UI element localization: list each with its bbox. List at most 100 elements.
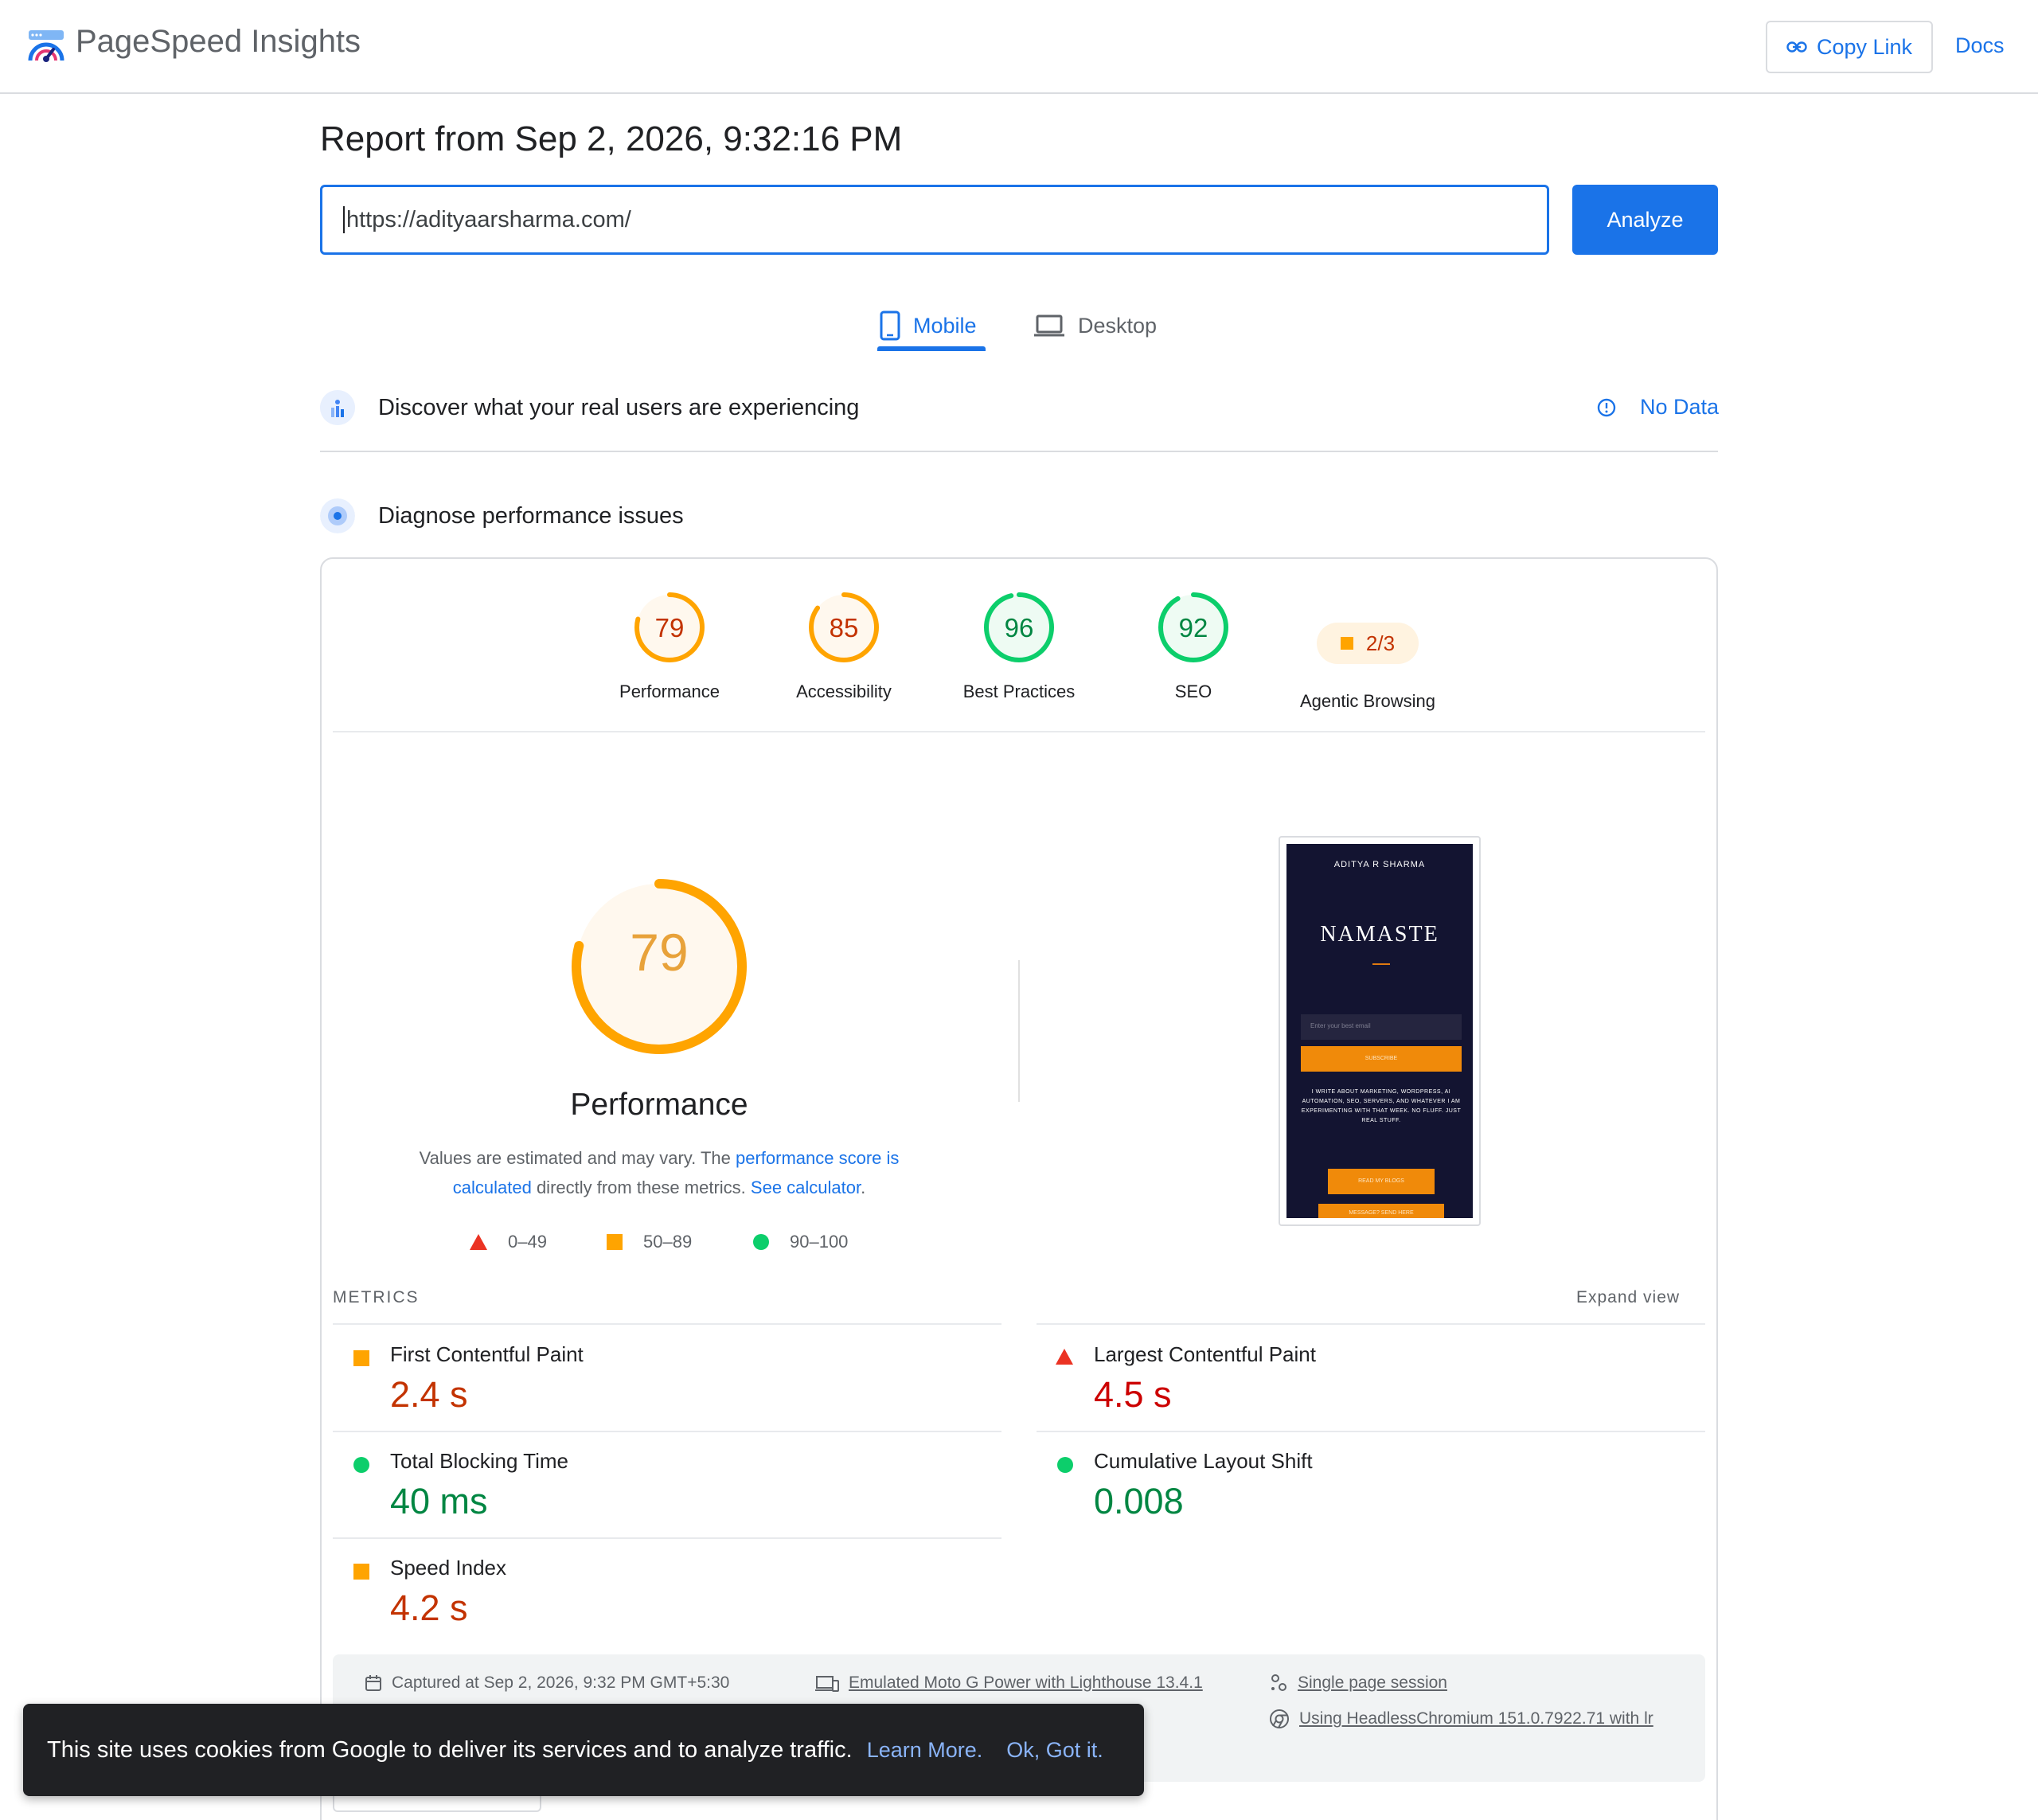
fail-triangle-icon xyxy=(470,1234,487,1250)
analyze-button[interactable]: Analyze xyxy=(1572,185,1718,255)
tab-desktop-label: Desktop xyxy=(1078,313,1158,338)
info-emulated[interactable]: Emulated Moto G Power with Lighthouse 13… xyxy=(815,1674,1203,1693)
metric-fcp-name: First Contentful Paint xyxy=(390,1342,584,1366)
perf-desc-post: . xyxy=(861,1178,866,1197)
info-session-text: Single page session xyxy=(1298,1674,1447,1692)
no-data-label: No Data xyxy=(1640,395,1720,419)
url-input[interactable]: https://adityaarsharma.com/ xyxy=(320,185,1549,255)
diagnose-target-icon xyxy=(320,498,355,533)
performance-big-score: 79 xyxy=(630,923,689,982)
metric-divider xyxy=(1037,1323,1705,1325)
active-tab-indicator xyxy=(877,346,986,351)
page-screenshot[interactable]: ADITYA R SHARMA NAMASTE Enter your best … xyxy=(1279,836,1481,1226)
pass-circle-icon xyxy=(753,1234,769,1250)
screenshot-copy: I WRITE ABOUT MARKETING, WORDPRESS, AI A… xyxy=(1301,1089,1462,1123)
legend-pass: 90–100 xyxy=(753,1232,848,1252)
score-accessibility[interactable]: 85 Accessibility xyxy=(764,591,923,702)
screenshot-blogs-button: READ MY BLOGS xyxy=(1328,1169,1435,1194)
copy-link-label: Copy Link xyxy=(1816,34,1913,59)
tab-desktop[interactable]: Desktop xyxy=(1033,299,1157,352)
score-best-practices-value: 96 xyxy=(1004,613,1034,642)
legend-average: 50–89 xyxy=(607,1232,692,1252)
screenshot-email-field: Enter your best email xyxy=(1301,1014,1462,1040)
metric-speed-index-value: 4.2 s xyxy=(390,1588,468,1628)
cookie-learn-more-link[interactable]: Learn More. xyxy=(867,1738,983,1763)
screenshot-rule xyxy=(1372,963,1390,965)
brand-title[interactable]: PageSpeed Insights xyxy=(76,24,361,60)
cookie-banner: This site uses cookies from Google to de… xyxy=(23,1704,1144,1796)
session-icon xyxy=(1271,1674,1286,1691)
info-captured: Captured at Sep 2, 2026, 9:32 PM GMT+5:3… xyxy=(365,1674,729,1693)
info-emulated-text: Emulated Moto G Power with Lighthouse 13… xyxy=(849,1674,1203,1692)
users-chart-icon xyxy=(320,390,355,425)
score-seo-value: 92 xyxy=(1178,613,1208,642)
score-agentic-browsing[interactable]: 2/3 Agentic Browsing xyxy=(1264,591,1471,712)
real-users-title: Discover what your real users are experi… xyxy=(378,395,860,420)
metrics-heading: METRICS xyxy=(333,1288,420,1306)
tab-mobile-label: Mobile xyxy=(913,313,977,338)
score-performance[interactable]: 79 Performance xyxy=(590,591,749,702)
metric-speed-index-name: Speed Index xyxy=(390,1556,507,1580)
score-seo[interactable]: 92 SEO xyxy=(1114,591,1273,702)
metric-tbt-value: 40 ms xyxy=(390,1481,488,1521)
metric-fcp-value: 2.4 s xyxy=(390,1374,468,1415)
phone-icon xyxy=(880,310,900,341)
info-browser[interactable]: Using HeadlessChromium 151.0.7922.71 wit… xyxy=(1269,1709,1653,1729)
copy-link-button[interactable]: Copy Link xyxy=(1766,21,1933,73)
metric-cls-value: 0.008 xyxy=(1094,1481,1184,1521)
cookie-ok-button[interactable]: Ok, Got it. xyxy=(1006,1738,1103,1763)
top-header: PageSpeed Insights Copy Link Docs xyxy=(0,0,2038,94)
chrome-icon xyxy=(1270,1709,1289,1728)
no-data-indicator[interactable]: No Data xyxy=(1597,395,1719,420)
score-agentic-browsing-label: Agentic Browsing xyxy=(1300,691,1435,711)
score-agentic-browsing-value: 2/3 xyxy=(1365,631,1396,655)
pagespeed-logo-icon[interactable] xyxy=(27,27,65,65)
metric-tbt-name: Total Blocking Time xyxy=(390,1449,568,1473)
tab-mobile[interactable]: Mobile xyxy=(880,299,977,352)
link-icon xyxy=(1786,41,1807,53)
metric-divider xyxy=(333,1431,1001,1432)
metric-divider xyxy=(333,1323,1001,1325)
score-best-practices[interactable]: 96 Best Practices xyxy=(939,591,1099,702)
screenshot-message-button: MESSAGE? SEND HERE xyxy=(1318,1204,1444,1218)
legend-fail-range: 0–49 xyxy=(508,1232,547,1252)
legend-fail: 0–49 xyxy=(470,1232,547,1252)
average-square-icon xyxy=(1340,637,1353,650)
section-divider xyxy=(320,451,1718,452)
metric-divider xyxy=(1037,1431,1705,1432)
perf-desc-pre: Values are estimated and may vary. The xyxy=(419,1148,736,1168)
score-performance-value: 79 xyxy=(654,613,685,642)
devices-icon xyxy=(815,1676,839,1692)
perf-desc-mid: directly from these metrics. xyxy=(531,1178,751,1197)
metric-cls-name: Cumulative Layout Shift xyxy=(1094,1449,1313,1473)
info-browser-text: Using HeadlessChromium 151.0.7922.71 wit… xyxy=(1299,1709,1653,1728)
agentic-browsing-pill: 2/3 xyxy=(1317,623,1419,664)
info-session[interactable]: Single page session xyxy=(1269,1674,1447,1693)
legend-pass-range: 90–100 xyxy=(790,1232,849,1252)
performance-description: Values are estimated and may vary. The p… xyxy=(390,1143,928,1202)
score-performance-label: Performance xyxy=(619,682,720,701)
average-square-icon xyxy=(607,1234,623,1250)
see-calculator-link[interactable]: See calculator xyxy=(751,1178,861,1197)
score-accessibility-value: 85 xyxy=(829,613,859,642)
average-square-icon xyxy=(353,1350,369,1366)
vertical-divider xyxy=(1018,960,1020,1102)
text-caret xyxy=(343,206,345,233)
pass-circle-icon xyxy=(353,1457,369,1473)
average-square-icon xyxy=(353,1564,369,1580)
url-input-value: https://adityaarsharma.com/ xyxy=(346,206,631,232)
screenshot-content: ADITYA R SHARMA NAMASTE Enter your best … xyxy=(1286,844,1473,1218)
metric-divider xyxy=(333,1537,1001,1539)
expand-view-toggle[interactable]: Expand view xyxy=(1576,1288,1680,1307)
laptop-icon xyxy=(1034,314,1064,337)
legend-average-range: 50–89 xyxy=(643,1232,693,1252)
score-accessibility-label: Accessibility xyxy=(796,682,892,701)
screenshot-site-name: ADITYA R SHARMA xyxy=(1333,860,1426,869)
metric-lcp-value: 4.5 s xyxy=(1094,1374,1172,1415)
cookie-text: This site uses cookies from Google to de… xyxy=(47,1736,853,1763)
scores-divider xyxy=(333,731,1705,732)
calendar-icon xyxy=(365,1675,381,1691)
docs-link[interactable]: Docs xyxy=(1955,33,2005,58)
performance-title: Performance xyxy=(570,1088,748,1122)
diagnose-title: Diagnose performance issues xyxy=(378,503,684,529)
